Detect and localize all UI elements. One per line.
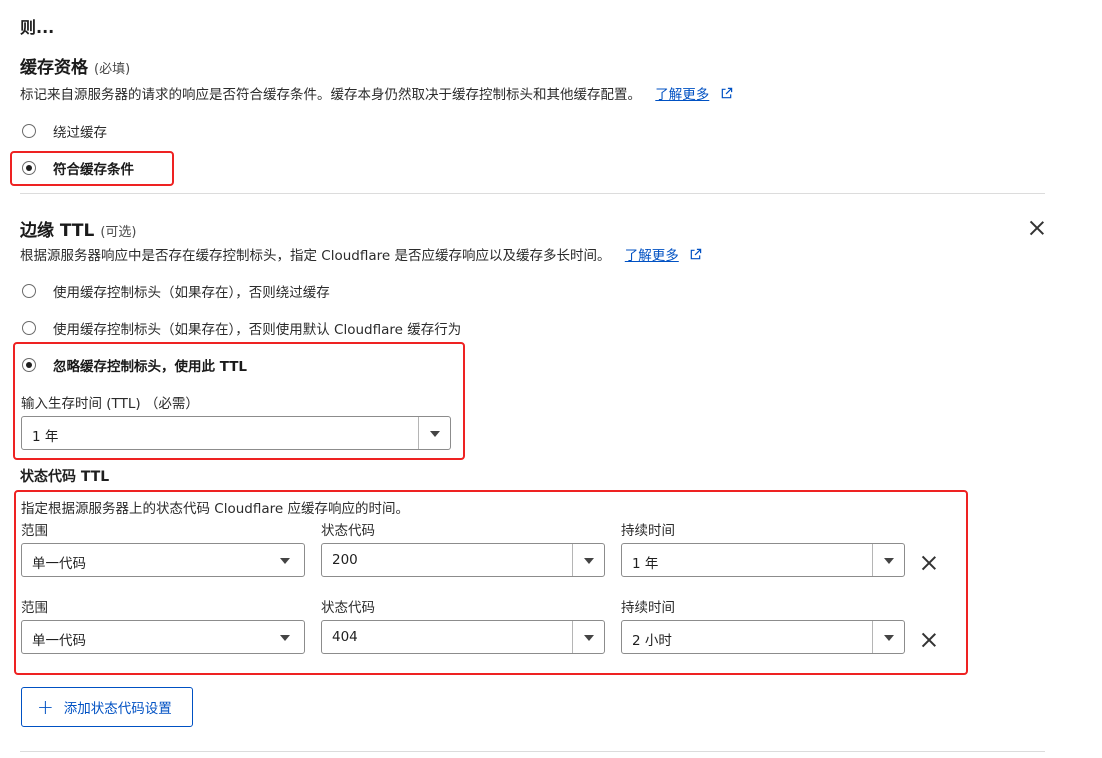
add-status-code-label: 添加状态代码设置 [63, 701, 172, 717]
divider [20, 751, 1045, 752]
edge-ttl-title: 边缘 TTL (可选) [20, 216, 137, 241]
learn-more-link[interactable]: 了解更多 [655, 87, 709, 103]
radio-button[interactable] [22, 124, 36, 138]
cache-eligibility-title: 缓存资格 (必填) [20, 53, 130, 78]
highlight-box [13, 342, 465, 460]
radio-button[interactable] [22, 284, 36, 298]
description-text: 根据源服务器响应中是否存在缓存控制标头，指定 Cloudflare 是否应缓存响… [20, 248, 611, 264]
external-link-icon[interactable] [720, 87, 733, 100]
edge-ttl-title-text: 边缘 TTL [20, 221, 95, 241]
cache-eligibility-title-text: 缓存资格 [20, 58, 88, 78]
status-code-ttl-title: 状态代码 TTL [20, 469, 110, 485]
divider [20, 193, 1045, 194]
radio-bypass-cache[interactable]: 绕过缓存 [22, 121, 107, 141]
close-icon[interactable] [1030, 221, 1044, 235]
radio-use-header-default[interactable]: 使用缓存控制标头（如果存在），否则使用默认 Cloudflare 缓存行为 [22, 318, 461, 338]
radio-label: 绕过缓存 [53, 125, 107, 141]
radio-use-header-bypass[interactable]: 使用缓存控制标头（如果存在），否则绕过缓存 [22, 281, 330, 301]
add-status-code-button[interactable]: + 添加状态代码设置 [21, 687, 193, 727]
optional-tag: (可选) [100, 225, 137, 240]
highlight-box [14, 490, 968, 675]
radio-label: 使用缓存控制标头（如果存在），否则使用默认 Cloudflare 缓存行为 [53, 322, 462, 338]
edge-ttl-description: 根据源服务器响应中是否存在缓存控制标头，指定 Cloudflare 是否应缓存响… [20, 244, 702, 264]
external-link-icon[interactable] [689, 248, 702, 261]
top-heading: 则... [20, 18, 55, 37]
plus-icon: + [37, 695, 54, 719]
radio-button[interactable] [22, 321, 36, 335]
highlight-box [10, 151, 174, 186]
radio-label: 使用缓存控制标头（如果存在），否则绕过缓存 [53, 285, 330, 301]
description-text: 标记来自源服务器的请求的响应是否符合缓存条件。缓存本身仍然取决于缓存控制标头和其… [20, 87, 641, 103]
cache-eligibility-description: 标记来自源服务器的请求的响应是否符合缓存条件。缓存本身仍然取决于缓存控制标头和其… [20, 83, 733, 103]
required-tag: (必填) [94, 62, 131, 77]
learn-more-link[interactable]: 了解更多 [625, 248, 679, 264]
